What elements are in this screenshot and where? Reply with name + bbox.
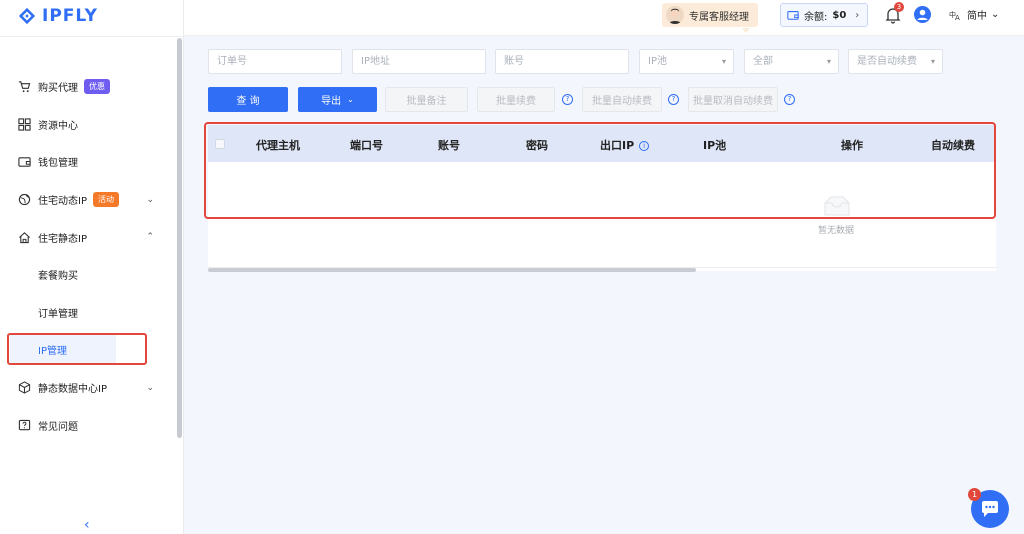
home-icon bbox=[18, 231, 31, 244]
batch-auto-renew-button[interactable]: 批量自动续费 bbox=[582, 87, 662, 112]
highlight-table-header bbox=[204, 122, 996, 219]
sidebar-item-label: 购买代理 bbox=[38, 83, 78, 95]
cube-icon bbox=[18, 381, 31, 394]
notification-badge: 3 bbox=[894, 2, 904, 12]
empty-state-text: 暂无数据 bbox=[818, 226, 855, 236]
query-button[interactable]: 查 询 bbox=[208, 87, 288, 112]
chevron-down-icon: ⌄ bbox=[146, 194, 154, 205]
topbar: 专属客服经理 余额: $0 › 3 中A 简中 ⌄ bbox=[184, 0, 1024, 36]
logo[interactable]: IPFLY bbox=[18, 3, 98, 29]
promo-badge: 优惠 bbox=[84, 79, 110, 95]
cart-icon bbox=[18, 80, 31, 93]
chevron-down-icon: ⌄ bbox=[146, 382, 154, 393]
sidebar-item-residential-static-ip[interactable]: 住宅静态IP ⌃ bbox=[0, 218, 176, 256]
manager-avatar bbox=[666, 6, 684, 24]
divider bbox=[0, 36, 184, 37]
ip-pool-select[interactable]: IP池 ▾ bbox=[639, 49, 734, 74]
sidebar: IPFLY 购买代理 优惠 资源中心 钱包管理 住宅动态IP 活动 ⌄ 住宅静态… bbox=[0, 0, 184, 534]
chevron-down-icon: ▾ bbox=[826, 57, 831, 66]
table-horizontal-scrollbar[interactable] bbox=[208, 268, 696, 272]
sidebar-item-buy-proxy[interactable]: 购买代理 优惠 bbox=[0, 68, 176, 106]
wallet-icon bbox=[787, 11, 799, 20]
sidebar-subitem-order-management[interactable]: 订单管理 bbox=[0, 294, 176, 332]
chevron-down-icon: ⌄ bbox=[991, 9, 1000, 20]
chevron-right-icon: › bbox=[855, 9, 860, 21]
balance-value: $0 bbox=[832, 9, 847, 21]
sidebar-item-resource-center[interactable]: 资源中心 bbox=[0, 106, 176, 144]
sidebar-item-label: 静态数据中心IP bbox=[38, 384, 107, 396]
sidebar-item-label: 住宅动态IP bbox=[38, 196, 87, 208]
event-badge: 活动 bbox=[92, 192, 119, 208]
auto-renew-select[interactable]: 是否自动续费 ▾ bbox=[848, 49, 943, 74]
chat-unread-badge: 1 bbox=[968, 488, 981, 501]
batch-cancel-auto-renew-button[interactable]: 批量取消自动续费 bbox=[688, 87, 778, 112]
ip-address-input[interactable]: IP地址 bbox=[352, 49, 486, 74]
svg-text:A: A bbox=[955, 14, 960, 21]
sidebar-nav: 购买代理 优惠 资源中心 钱包管理 住宅动态IP 活动 ⌄ 住宅静态IP ⌃ 套… bbox=[0, 68, 176, 444]
sidebar-subitem-label: 订单管理 bbox=[38, 308, 78, 320]
chevron-down-icon: ▾ bbox=[930, 57, 935, 66]
logo-icon bbox=[18, 7, 36, 25]
batch-renew-button[interactable]: 批量续费 bbox=[477, 87, 555, 112]
sidebar-item-residential-dynamic-ip[interactable]: 住宅动态IP 活动 ⌄ bbox=[0, 181, 176, 219]
help-icon[interactable]: ? bbox=[668, 94, 679, 105]
question-icon bbox=[18, 419, 31, 432]
export-button[interactable]: 导出 ⌄ bbox=[298, 87, 377, 112]
account-input[interactable]: 账号 bbox=[495, 49, 629, 74]
help-icon[interactable]: ? bbox=[784, 94, 795, 105]
chat-icon bbox=[982, 501, 998, 517]
globe-icon bbox=[18, 193, 31, 206]
wallet-icon bbox=[18, 155, 31, 168]
sidebar-item-label: 常见问题 bbox=[38, 421, 78, 433]
chevron-down-icon: ▾ bbox=[721, 57, 726, 66]
status-select[interactable]: 全部 ▾ bbox=[744, 49, 839, 74]
sidebar-item-label: 住宅静态IP bbox=[38, 233, 87, 245]
balance-label: 余额: bbox=[804, 11, 828, 23]
sidebar-subitem-package-purchase[interactable]: 套餐购买 bbox=[0, 256, 176, 294]
sidebar-scrollbar[interactable] bbox=[177, 38, 182, 438]
grid-icon bbox=[18, 118, 31, 131]
sidebar-subitem-label: 套餐购买 bbox=[38, 271, 78, 283]
sidebar-item-faq[interactable]: 常见问题 bbox=[0, 406, 176, 444]
tooltip-arrow bbox=[742, 28, 750, 33]
balance-button[interactable]: 余额: $0 › bbox=[780, 3, 868, 27]
user-avatar-icon[interactable] bbox=[914, 6, 931, 23]
translate-icon: 中A bbox=[949, 10, 960, 21]
sidebar-item-label: 钱包管理 bbox=[38, 158, 78, 170]
sidebar-item-static-datacenter-ip[interactable]: 静态数据中心IP ⌄ bbox=[0, 369, 176, 407]
highlight-ip-management bbox=[7, 333, 147, 365]
batch-note-button[interactable]: 批量备注 bbox=[385, 87, 468, 112]
language-switcher[interactable]: 中A 简中 ⌄ bbox=[949, 7, 999, 22]
chevron-down-icon: ⌄ bbox=[347, 95, 354, 104]
collapse-sidebar-icon[interactable]: ‹ bbox=[84, 517, 90, 533]
sidebar-item-label: 资源中心 bbox=[38, 120, 78, 132]
order-number-input[interactable]: 订单号 bbox=[208, 49, 342, 74]
manager-label: 专属客服经理 bbox=[689, 11, 749, 23]
language-label: 简中 bbox=[967, 11, 987, 22]
help-icon[interactable]: ? bbox=[562, 94, 573, 105]
account-manager-button[interactable]: 专属客服经理 bbox=[662, 3, 758, 27]
sidebar-item-wallet[interactable]: 钱包管理 bbox=[0, 143, 176, 181]
brand-name: IPFLY bbox=[42, 6, 98, 26]
chevron-up-icon: ⌃ bbox=[146, 232, 154, 243]
